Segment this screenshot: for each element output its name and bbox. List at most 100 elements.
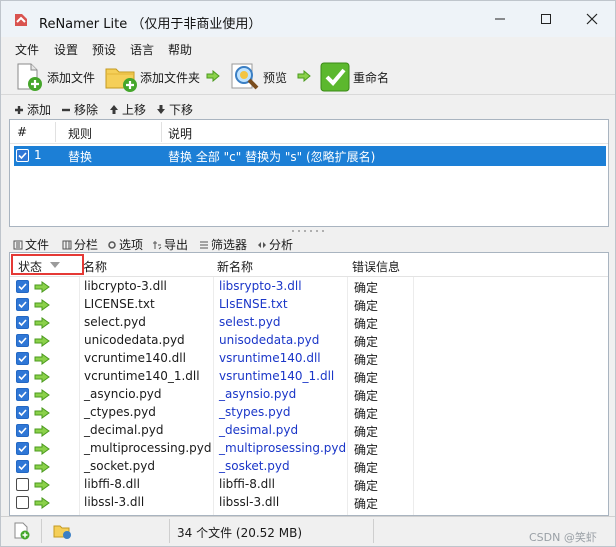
menu-presets[interactable]: 预设 (92, 41, 116, 58)
add-files-button[interactable]: 添加文件 (13, 61, 95, 93)
export-menu-button[interactable]: 导出 (152, 236, 188, 253)
move-up-button[interactable]: 上移 (109, 101, 146, 118)
menu-settings[interactable]: 设置 (54, 41, 78, 58)
file-row[interactable]: unicodedata.pyd unisodedata.pyd 确定 (10, 332, 608, 350)
rule-checkbox[interactable] (16, 149, 29, 162)
file-row[interactable]: _asyncio.pyd _asynsio.pyd 确定 (10, 386, 608, 404)
app-icon (15, 14, 27, 26)
file-new-name: selest.pyd (219, 315, 281, 329)
add-folders-button[interactable]: 添加文件夹 (104, 61, 200, 93)
arrow-right-icon (34, 407, 50, 419)
file-row[interactable]: _ctypes.pyd _stypes.pyd 确定 (10, 404, 608, 422)
file-checkbox[interactable] (16, 352, 29, 365)
preview-button[interactable]: 预览 (229, 61, 287, 93)
file-name: unicodedata.pyd (84, 333, 185, 347)
arrow-right-icon (34, 299, 50, 311)
file-checkbox[interactable] (16, 460, 29, 473)
minimize-button[interactable] (477, 1, 523, 37)
minus-icon (62, 108, 70, 111)
plus-icon (15, 105, 23, 114)
file-error-info: 确定 (354, 497, 379, 511)
rule-description: 替换 全部 "c" 替换为 "s" (忽略扩展名) (168, 150, 376, 164)
arrow-right-icon (34, 479, 50, 491)
files-menu-label: 文件 (25, 238, 50, 252)
add-files-label: 添加文件 (47, 70, 96, 85)
checkbox-icon (18, 337, 27, 345)
file-checkbox[interactable] (16, 496, 29, 509)
move-down-button[interactable]: 下移 (156, 101, 193, 118)
rule-row[interactable]: 1 替换 替换 全部 "c" 替换为 "s" (忽略扩展名) (14, 146, 606, 166)
analyze-menu-button[interactable]: 分析 (257, 236, 293, 253)
status-bar: 34 个文件 (20.52 MB) (1, 516, 615, 546)
file-checkbox[interactable] (16, 280, 29, 293)
rename-button[interactable]: 重命名 (319, 61, 389, 93)
file-name: vcruntime140.dll (84, 351, 186, 365)
file-new-name: unisodedata.pyd (219, 333, 320, 347)
file-checkbox[interactable] (16, 406, 29, 419)
arrow-right-icon (34, 335, 50, 347)
file-checkbox[interactable] (16, 388, 29, 401)
file-name: _ctypes.pyd (84, 405, 156, 419)
rules-toolbar: 添加 移除 上移 下移 (1, 97, 615, 119)
menu-help[interactable]: 帮助 (168, 41, 192, 58)
rules-list: # 规则 说明 1 替换 替换 全部 "c" 替换为 "s" (忽略扩展名) (9, 119, 609, 227)
options-menu-button[interactable]: 选项 (107, 236, 143, 253)
add-folder-icon[interactable] (53, 522, 71, 540)
file-row[interactable]: LICENSE.txt LIsENSE.txt 确定 (10, 296, 608, 314)
file-checkbox[interactable] (16, 298, 29, 311)
rules-col-rule[interactable]: 规则 (68, 125, 92, 142)
title-bar: ReNamer Lite （仅用于非商业使用） (1, 1, 615, 37)
filter-menu-button[interactable]: 筛选器 (199, 236, 247, 253)
file-name: vcruntime140_1.dll (84, 369, 200, 383)
file-new-name: libssl-3.dll (219, 495, 280, 509)
arrow-right-icon (206, 70, 220, 82)
arrow-right-icon (34, 497, 50, 509)
file-checkbox[interactable] (16, 478, 29, 491)
file-row[interactable]: vcruntime140_1.dll vsruntime140_1.dll 确定 (10, 368, 608, 386)
checkbox-icon (18, 283, 27, 291)
files-menu-button[interactable]: 文件 (13, 236, 49, 253)
file-new-name: libffi-8.dll (219, 477, 275, 491)
file-row[interactable]: _multiprocessing.pyd _multiprosessing.pyd… (10, 440, 608, 458)
file-error-info: 确定 (354, 425, 379, 439)
filter-menu-label: 筛选器 (211, 238, 248, 252)
rules-header: # 规则 说明 (10, 120, 608, 144)
files-header: 状态 名称 新名称 错误信息 (10, 253, 608, 277)
columns-menu-button[interactable]: 分栏 (62, 236, 98, 253)
file-row[interactable]: libssl-3.dll libssl-3.dll 确定 (10, 494, 608, 512)
file-row[interactable]: _decimal.pyd _desimal.pyd 确定 (10, 422, 608, 440)
export-icon (153, 240, 162, 249)
menu-language[interactable]: 语言 (130, 41, 154, 58)
file-row[interactable]: _socket.pyd _sosket.pyd 确定 (10, 458, 608, 476)
file-new-name: libsrypto-3.dll (219, 279, 302, 293)
remove-rule-button[interactable]: 移除 (61, 101, 98, 118)
status-divider (373, 519, 374, 543)
add-file-icon[interactable] (13, 522, 31, 540)
arrow-right-icon (34, 389, 50, 401)
file-error-info: 确定 (354, 353, 379, 367)
files-col-status[interactable]: 状态 (18, 258, 42, 275)
rules-col-index[interactable]: # (17, 125, 27, 139)
files-col-new-name[interactable]: 新名称 (217, 258, 253, 275)
add-rule-button[interactable]: 添加 (14, 101, 51, 118)
preview-label: 预览 (263, 70, 288, 85)
maximize-button[interactable] (523, 1, 569, 37)
file-checkbox[interactable] (16, 442, 29, 455)
close-button[interactable] (569, 1, 615, 37)
file-checkbox[interactable] (16, 316, 29, 329)
file-error-info: 确定 (354, 371, 379, 385)
file-row[interactable]: libcrypto-3.dll libsrypto-3.dll 确定 (10, 278, 608, 296)
options-menu-label: 选项 (119, 238, 144, 252)
file-count-status: 34 个文件 (20.52 MB) (177, 526, 303, 540)
file-checkbox[interactable] (16, 334, 29, 347)
menu-file[interactable]: 文件 (15, 41, 39, 58)
files-col-name[interactable]: 名称 (83, 258, 107, 275)
file-row[interactable]: libffi-8.dll libffi-8.dll 确定 (10, 476, 608, 494)
file-checkbox[interactable] (16, 370, 29, 383)
file-row[interactable]: select.pyd selest.pyd 确定 (10, 314, 608, 332)
files-col-error[interactable]: 错误信息 (352, 258, 400, 275)
file-name: _decimal.pyd (84, 423, 164, 437)
file-checkbox[interactable] (16, 424, 29, 437)
file-row[interactable]: vcruntime140.dll vsruntime140.dll 确定 (10, 350, 608, 368)
rules-col-description[interactable]: 说明 (168, 125, 192, 142)
